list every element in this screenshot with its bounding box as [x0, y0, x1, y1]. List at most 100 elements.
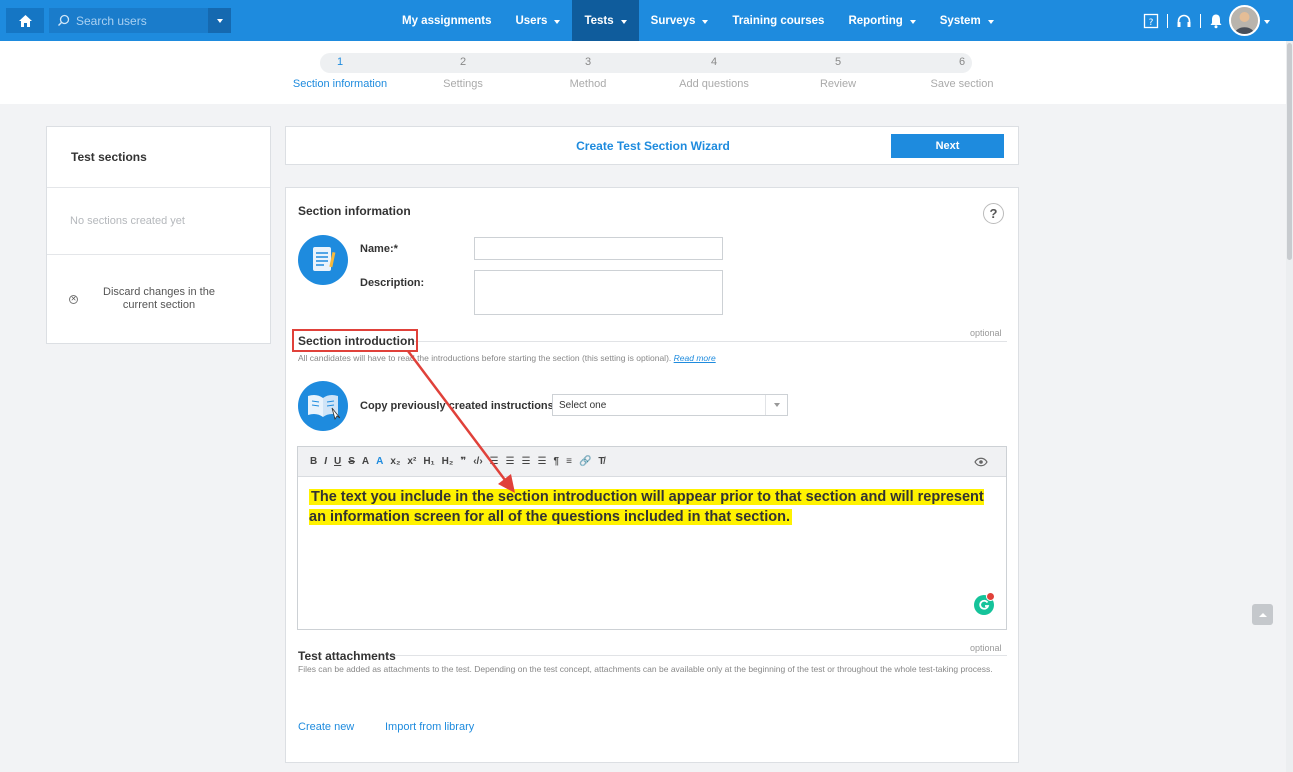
- step-label: Add questions: [679, 78, 749, 90]
- nav-item-label: Surveys: [650, 14, 696, 27]
- name-input[interactable]: [474, 237, 723, 260]
- divider: [414, 341, 1007, 342]
- clear-format-icon[interactable]: T̸: [598, 456, 604, 467]
- step-label: Method: [569, 78, 607, 90]
- nav-item-surveys[interactable]: Surveys: [639, 0, 721, 41]
- description-input[interactable]: [474, 270, 723, 315]
- blockquote-icon[interactable]: ❞: [460, 456, 466, 467]
- nav-item-tests[interactable]: Tests: [572, 0, 639, 41]
- bell-icon[interactable]: [1209, 13, 1223, 29]
- book-icon: [298, 381, 348, 431]
- svg-text:?: ?: [1149, 18, 1154, 28]
- wizard-step-5[interactable]: 5 Review: [778, 56, 898, 90]
- unordered-list-icon[interactable]: ☰: [506, 456, 515, 467]
- scrollbar-thumb[interactable]: [1287, 43, 1292, 260]
- preview-eye-icon[interactable]: [974, 456, 988, 470]
- wizard-step-4[interactable]: 4 Add questions: [654, 56, 774, 90]
- search-input[interactable]: Search users: [76, 14, 208, 28]
- wizard-header-card: Create Test Section Wizard Next: [285, 126, 1019, 165]
- subscript-icon[interactable]: x₂: [390, 456, 400, 467]
- create-new-link[interactable]: Create new: [298, 721, 354, 733]
- search-users[interactable]: Search users: [49, 8, 231, 33]
- nav-item-reporting[interactable]: Reporting: [836, 0, 927, 41]
- nav-item-label: My assignments: [402, 14, 492, 27]
- chevron-down-icon: [702, 19, 709, 24]
- search-icon: [58, 14, 70, 26]
- code-icon[interactable]: ‹/›: [473, 456, 482, 467]
- strikethrough-icon[interactable]: S: [348, 456, 355, 467]
- superscript-icon[interactable]: x²: [407, 456, 416, 467]
- link-icon[interactable]: 🔗: [579, 456, 591, 467]
- step-number: 3: [584, 56, 592, 68]
- step-number: 6: [958, 56, 966, 68]
- grammarly-icon[interactable]: [974, 592, 995, 615]
- read-more-link[interactable]: Read more: [674, 353, 716, 363]
- wizard-step-1[interactable]: 1 Section information: [280, 56, 400, 90]
- nav-item-label: Training courses: [732, 14, 825, 27]
- grammarly-badge: [986, 592, 995, 601]
- heading-1-icon[interactable]: H₁: [423, 456, 434, 467]
- bold-icon[interactable]: B: [310, 456, 317, 467]
- scroll-to-top-button[interactable]: [1252, 604, 1273, 625]
- description-label: Description:: [360, 277, 425, 289]
- highlight-color-icon[interactable]: A: [376, 456, 383, 467]
- chevron-down-icon: [216, 18, 223, 23]
- nav-item-my-assignments[interactable]: My assignments: [390, 0, 503, 41]
- paragraph-direction-icon[interactable]: ¶: [554, 456, 560, 467]
- copy-instructions-label: Copy previously created instructions:: [360, 400, 558, 412]
- step-number: 2: [459, 56, 467, 68]
- section-introduction-hint: All candidates will have to read the int…: [298, 353, 716, 363]
- ordered-list-icon[interactable]: ☰: [490, 456, 499, 467]
- close-circle-icon: ✕: [69, 294, 78, 304]
- next-button[interactable]: Next: [891, 134, 1004, 158]
- align-icon[interactable]: ≡: [566, 456, 572, 467]
- home-button[interactable]: [6, 8, 44, 33]
- chevron-down-icon: [987, 19, 994, 24]
- outdent-icon[interactable]: ☰: [522, 456, 531, 467]
- editor-content[interactable]: The text you include in the section intr…: [298, 477, 1006, 537]
- header-tools: ?: [1143, 5, 1270, 36]
- headset-icon[interactable]: [1176, 13, 1192, 29]
- help-button[interactable]: ?: [983, 203, 1004, 224]
- discard-changes-button[interactable]: ✕ Discard changes in the current section: [47, 255, 270, 343]
- divider: [1167, 13, 1168, 28]
- step-label: Settings: [443, 78, 483, 90]
- panel-title: Test sections: [47, 127, 270, 188]
- import-from-library-link[interactable]: Import from library: [385, 721, 474, 733]
- test-attachments-hint: Files can be added as attachments to the…: [298, 664, 993, 674]
- wizard-step-3[interactable]: 3 Method: [528, 56, 648, 90]
- nav-item-system[interactable]: System: [928, 0, 1006, 41]
- underline-icon[interactable]: U: [334, 456, 341, 467]
- manual-icon[interactable]: ?: [1143, 13, 1159, 29]
- section-form-card: Section information ? Name:* Description…: [285, 187, 1019, 763]
- optional-label: optional: [970, 328, 1002, 338]
- wizard-step-2[interactable]: 2 Settings: [403, 56, 523, 90]
- page-scrollbar[interactable]: [1286, 41, 1293, 772]
- avatar[interactable]: [1229, 5, 1260, 36]
- test-sections-panel: Test sections No sections created yet ✕ …: [46, 126, 271, 344]
- italic-icon[interactable]: I: [324, 456, 327, 467]
- chevron-down-icon[interactable]: [1264, 19, 1270, 24]
- empty-sections-text: No sections created yet: [47, 188, 270, 255]
- chevron-up-icon: [1258, 612, 1267, 617]
- search-dropdown-button[interactable]: [208, 8, 231, 33]
- divider: [380, 655, 1007, 656]
- font-color-icon[interactable]: A: [362, 456, 369, 467]
- rich-text-editor[interactable]: B I U S A Ax₂ x² H₁ H₂ ❞ ‹/› ☰ ☰ ☰ ☰ ¶ ≡ 🔗 T̸ The text you…: [297, 446, 1007, 630]
- step-label: Save section: [930, 78, 994, 90]
- wizard-step-6[interactable]: 6 Save section: [902, 56, 1022, 90]
- nav-item-users[interactable]: Users: [503, 0, 572, 41]
- indent-icon[interactable]: ☰: [538, 456, 547, 467]
- copy-instructions-select[interactable]: Select one: [552, 394, 788, 416]
- home-icon: [18, 14, 32, 27]
- divider: [1200, 13, 1201, 28]
- section-information-title: Section information: [298, 204, 411, 218]
- chevron-down-icon: [620, 19, 627, 24]
- heading-2-icon[interactable]: H₂: [442, 456, 454, 467]
- nav-item-label: Tests: [584, 14, 614, 27]
- nav-item-training-courses[interactable]: Training courses: [720, 0, 836, 41]
- nav-item-label: Reporting: [848, 14, 903, 27]
- editor-text[interactable]: The text you include in the section intr…: [309, 487, 995, 527]
- step-number: 5: [834, 56, 842, 68]
- step-label: Section information: [292, 78, 388, 90]
